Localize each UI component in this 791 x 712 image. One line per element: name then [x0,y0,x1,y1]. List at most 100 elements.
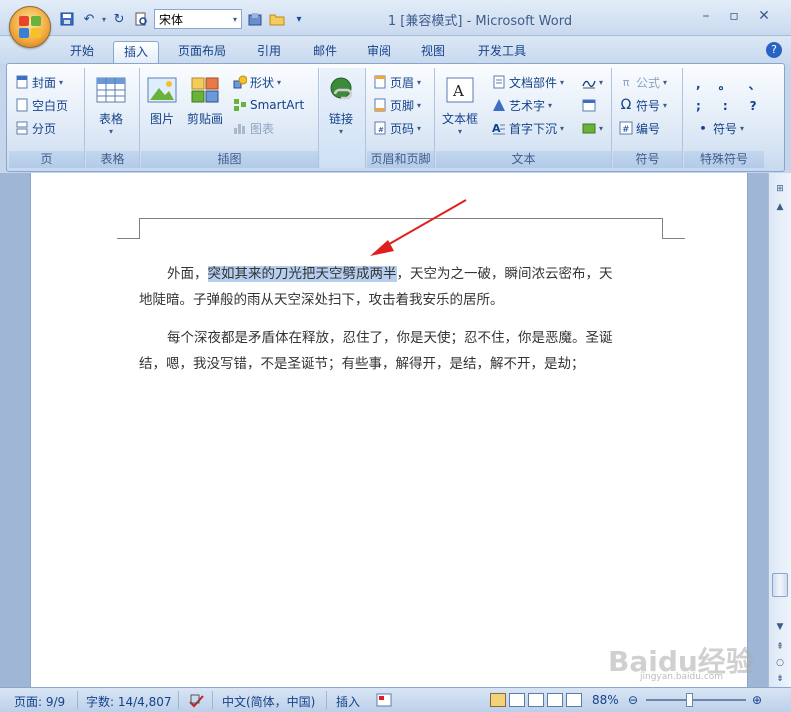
bullet-icon: • [699,121,707,135]
tab-insert[interactable]: 插入 [113,41,159,64]
header-rule-left [139,218,140,239]
blank-page-button[interactable]: 空白页 [15,95,68,115]
insert-object-button[interactable]: ▾ [582,118,603,138]
equation-label: 公式 [636,75,661,90]
footer-button[interactable]: 页脚 ▾ [373,95,421,115]
tab-mailings[interactable]: 邮件 [302,41,348,64]
customize-qat-icon[interactable]: ▾ [290,10,308,28]
chart-button[interactable]: 图表 [233,118,274,138]
clipart-icon [190,74,220,106]
previous-page-icon[interactable]: ⇞ [772,639,788,655]
header-crop-right [662,238,685,239]
special-char-period[interactable]: 。 [719,76,731,93]
signature-line-button[interactable]: ▾ [582,72,603,92]
group-label-tables: 表格 [86,151,139,168]
number-icon: # [619,121,633,135]
zoom-slider-thumb[interactable] [686,693,693,707]
browse-object-icon[interactable]: ○ [772,655,788,671]
print-layout-view-icon[interactable] [490,693,506,707]
clipart-button[interactable]: 剪贴画 [187,74,223,127]
special-symbol-button[interactable]: • 符号 ▾ [696,118,744,138]
links-button[interactable]: 链接 ▾ [326,74,356,136]
web-layout-icon[interactable] [528,693,544,707]
help-icon[interactable]: ? [766,42,782,58]
scroll-down-icon[interactable]: ▼ [772,619,788,635]
zoom-out-icon[interactable]: ⊖ [628,693,638,707]
zoom-level[interactable]: 88% [592,693,619,707]
selected-text[interactable]: 突如其来的刀光把天空劈成两半 [207,266,397,282]
chevron-down-icon: ▾ [548,100,553,110]
equation-button[interactable]: π 公式 ▾ [619,72,667,92]
proofing-icon[interactable] [188,693,206,712]
group-illustrations: 图片 剪贴画 形状 ▾ SmartArt 图表 插图 [141,68,319,168]
dropcap-button[interactable]: A 首字下沉 ▾ [492,118,564,138]
textbox-button[interactable]: A 文本框 ▾ [442,74,478,136]
document-page[interactable]: 外面，突如其来的刀光把天空劈成两半，天空为之一破，瞬间浓云密布，天 地陡暗。子弹… [30,173,748,687]
font-name-combo[interactable]: 宋体 ▾ [154,9,243,29]
p1-text-before: 外面， [167,266,208,282]
close-icon[interactable]: ✕ [752,8,776,24]
undo-icon[interactable]: ↶ [80,10,98,28]
tab-developer[interactable]: 开发工具 [466,41,538,64]
page-number-button[interactable]: # 页码 ▾ [373,118,421,138]
outline-view-icon[interactable] [547,693,563,707]
number-button[interactable]: # 编号 [619,118,660,138]
redo-icon[interactable]: ↻ [110,10,128,28]
group-label-special-symbols: 特殊符号 [684,151,764,168]
ruler-toggle-icon[interactable]: ⊞ [772,181,788,197]
full-screen-reading-icon[interactable] [509,693,525,707]
print-preview-icon[interactable] [132,10,150,28]
status-separator [212,691,213,709]
office-button[interactable] [9,6,51,48]
draft-view-icon[interactable] [566,693,582,707]
title-bar: ↶ ▾ ↻ 宋体 ▾ ▾ 1 [兼容模式] - Microsoft Word –… [0,0,791,36]
tab-view[interactable]: 视图 [410,41,456,64]
status-separator [77,691,78,709]
cover-page-button[interactable]: 封面 ▾ [15,72,63,92]
smartart-label: SmartArt [250,98,305,112]
header-button[interactable]: 页眉 ▾ [373,72,421,92]
open-folder-icon[interactable] [268,10,286,28]
maximize-icon[interactable]: ▫ [722,8,746,24]
symbol-button[interactable]: Ω 符号 ▾ [619,95,667,115]
wordart-button[interactable]: 艺术字 ▾ [492,95,552,115]
special-char-comma[interactable]: , [696,77,701,91]
page-count[interactable]: 页面: 9/9 [14,693,65,710]
special-char-colon[interactable]: : [723,99,728,113]
smartart-button[interactable]: SmartArt [233,95,304,115]
date-time-button[interactable] [582,95,596,115]
picture-button[interactable]: 图片 [147,74,177,127]
group-symbols: π 公式 ▾ Ω 符号 ▾ # 编号 符号 [613,68,683,168]
zoom-in-icon[interactable]: ⊕ [752,693,762,707]
undo-dropdown-icon[interactable]: ▾ [102,15,106,24]
scroll-thumb[interactable] [772,573,788,597]
special-char-question[interactable]: ? [750,99,757,113]
word-count[interactable]: 字数: 14/4,807 [86,693,172,710]
vertical-scrollbar[interactable]: ⊞ ▲ ▼ ⇞ ○ ⇟ [768,173,791,687]
quickparts-button[interactable]: 文档部件 ▾ [492,72,564,92]
special-char-dunhao[interactable]: 、 [749,76,761,93]
tab-review[interactable]: 审阅 [356,41,402,64]
group-label-symbols: 符号 [613,151,682,168]
shapes-button[interactable]: 形状 ▾ [233,72,281,92]
zoom-slider[interactable] [646,699,746,701]
view-buttons [490,693,582,707]
group-label-illustrations: 插图 [141,151,318,168]
insert-mode-indicator[interactable]: 插入 [336,693,360,710]
language-indicator[interactable]: 中文(简体，中国) [222,693,315,710]
tab-references[interactable]: 引用 [246,41,292,64]
scroll-up-icon[interactable]: ▲ [772,199,788,215]
special-char-semicolon[interactable]: ; [696,99,701,113]
next-page-icon[interactable]: ⇟ [772,671,788,687]
group-label-header-footer: 页眉和页脚 [367,151,434,168]
save-as-icon[interactable] [246,10,264,28]
tab-home[interactable]: 开始 [60,41,104,64]
tab-page-layout[interactable]: 页面布局 [168,41,236,64]
svg-text:#: # [622,125,630,135]
save-icon[interactable] [58,10,76,28]
table-button[interactable]: 表格 ▾ [96,74,126,136]
macro-record-icon[interactable] [376,693,392,710]
minimize-icon[interactable]: – [694,8,718,24]
chevron-down-icon: ▾ [560,123,565,133]
page-break-button[interactable]: 分页 [15,118,56,138]
